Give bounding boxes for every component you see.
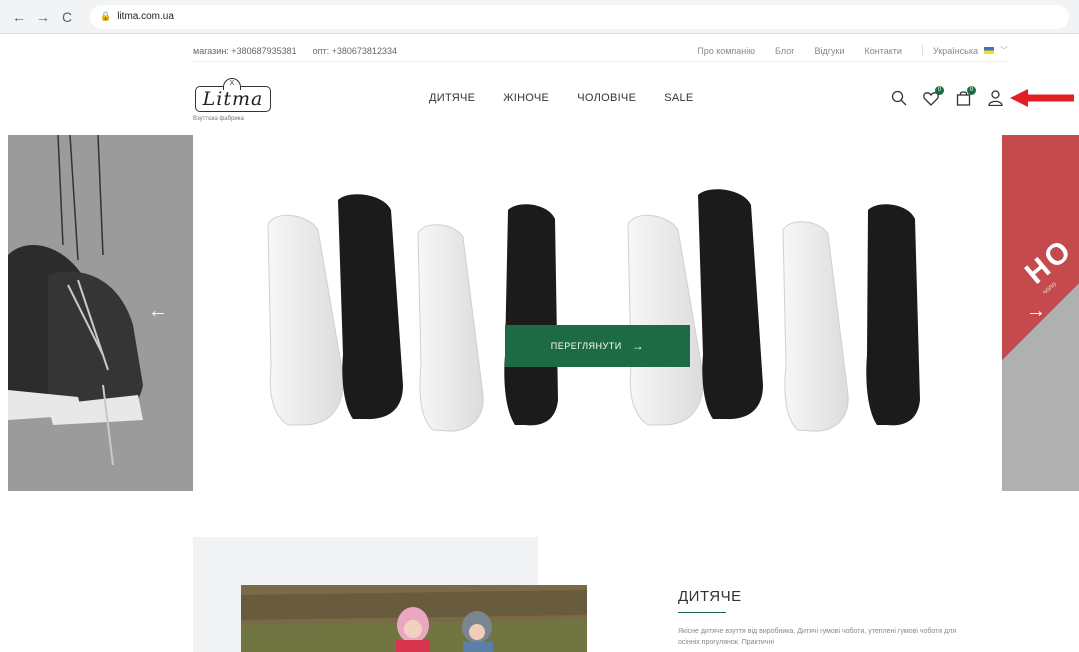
language-selector[interactable]: Українська ﹀ (921, 45, 1008, 56)
arrow-left-icon[interactable]: ← (8, 6, 30, 28)
link-blog[interactable]: Блог (775, 46, 794, 56)
main-nav: ДИТЯЧЕ ЖІНОЧЕ ЧОЛОВІЧЕ SALE (429, 92, 722, 104)
site-header: Litma X Взуттєва фабрика ДИТЯЧЕ ЖІНОЧЕ Ч… (193, 70, 1008, 130)
cart-count-badge: 0 (967, 86, 976, 95)
site-logo[interactable]: Litma X Взуттєва фабрика (193, 78, 273, 128)
language-label: Українська (932, 45, 978, 56)
hero-slider: ← ПЕРЕГЛЯНУТИ → НО чоло → (0, 135, 1079, 491)
slider-prev-arrow[interactable]: ← (148, 300, 168, 323)
nav-item-men[interactable]: ЧОЛОВІЧЕ (577, 92, 636, 104)
kids-photo-image (241, 585, 587, 652)
shop-phone[interactable]: магазин: +380687935381 (193, 46, 297, 56)
header-icons: 0 0 (889, 86, 1017, 108)
slider-next-arrow[interactable]: → (1026, 300, 1046, 323)
slip-on-shoes-image (267, 189, 920, 432)
title-underline (678, 612, 726, 613)
wishlist-count-badge: 0 (935, 86, 944, 95)
ukraine-flag-icon (984, 47, 994, 54)
shopping-bag-icon[interactable]: 0 (953, 86, 976, 108)
lock-icon: 🔒 (100, 11, 112, 21)
nav-item-women[interactable]: ЖІНОЧЕ (503, 92, 549, 104)
search-icon[interactable] (889, 88, 909, 108)
prev-slide-preview[interactable]: ← (8, 135, 193, 491)
logo-subtitle: Взуттєва фабрика (193, 116, 244, 122)
arrow-right-icon: → (631, 339, 645, 353)
main-slide: ПЕРЕГЛЯНУТИ → (193, 135, 1002, 491)
chevron-down-icon: ﹀ (1000, 46, 1008, 55)
category-description: Якісне дитяче взуття від виробника. Дитя… (678, 628, 957, 646)
browser-toolbar: ← → C 🔒 litma.com.ua (0, 0, 1079, 34)
url-text: litma.com.ua (117, 11, 174, 22)
link-about[interactable]: Про компанію (697, 46, 755, 56)
view-button-label: ПЕРЕГЛЯНУТИ (550, 341, 622, 351)
link-contacts[interactable]: Контакти (865, 46, 902, 56)
wholesale-phone[interactable]: опт: +380673812334 (313, 46, 397, 56)
top-info-bar: магазин: +380687935381 опт: +38067381233… (193, 40, 1008, 62)
user-icon[interactable] (985, 88, 1005, 108)
annotation-arrow-icon (1010, 89, 1074, 107)
address-bar[interactable]: 🔒 litma.com.ua (90, 4, 1069, 29)
reload-icon[interactable]: C (56, 6, 78, 28)
category-title[interactable]: ДИТЯЧЕ (678, 588, 742, 605)
kids-category-photo[interactable] (241, 585, 587, 652)
heart-icon[interactable]: 0 (921, 86, 944, 108)
logo-hat-icon: X (223, 78, 241, 90)
nav-item-kids[interactable]: ДИТЯЧЕ (429, 92, 475, 104)
nav-item-sale[interactable]: SALE (664, 92, 693, 104)
next-slide-preview[interactable]: НО чоло → (1002, 135, 1079, 491)
view-button[interactable]: ПЕРЕГЛЯНУТИ → (505, 325, 690, 367)
link-reviews[interactable]: Відгуки (814, 46, 844, 56)
arrow-right-icon[interactable]: → (32, 6, 54, 28)
